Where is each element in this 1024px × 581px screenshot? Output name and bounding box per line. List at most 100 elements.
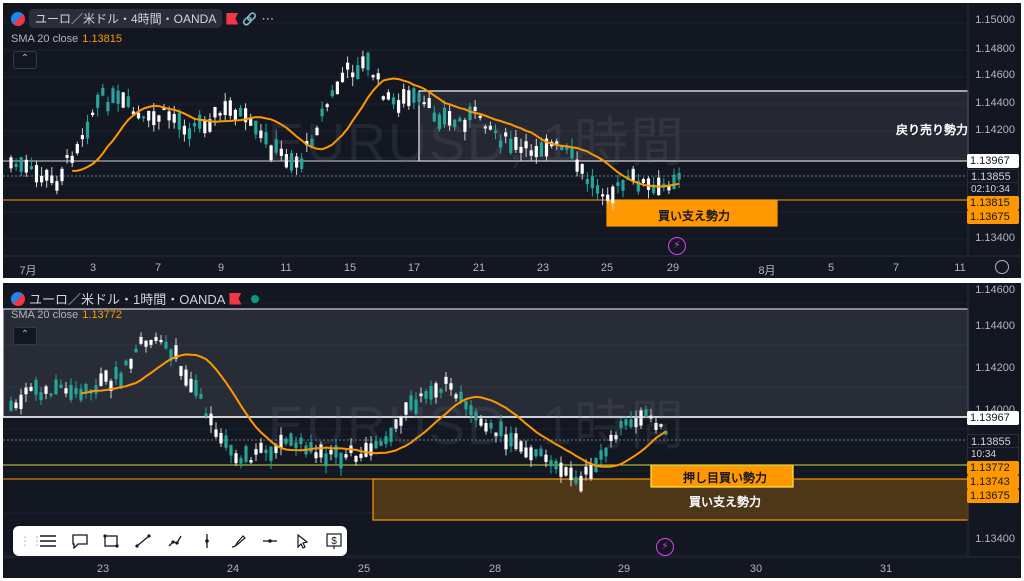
time-tick: 11 — [954, 262, 966, 274]
candle-body — [172, 113, 176, 123]
candle-body — [361, 56, 365, 69]
svg-text:$: $ — [331, 536, 337, 547]
candle-body — [239, 458, 243, 464]
time-tick: 30 — [749, 563, 763, 575]
symbol-title[interactable]: ユーロ／米ドル・4時間・OANDA — [29, 9, 223, 28]
price-tick: 1.14600 — [975, 284, 1015, 296]
candle-body — [549, 460, 553, 467]
path-icon[interactable] — [162, 529, 188, 553]
price-tick: 1.14800 — [975, 43, 1015, 55]
candle-body — [189, 378, 193, 393]
candle-body — [85, 121, 90, 139]
candle-body — [40, 175, 44, 183]
currency-pair-icon — [11, 11, 25, 26]
candle-body — [157, 115, 161, 122]
more-options-icon[interactable]: ⋯ — [261, 11, 274, 27]
candle-body — [229, 444, 233, 456]
time-tick: 29 — [666, 262, 680, 274]
rectangle-icon[interactable] — [99, 529, 125, 553]
candle-body — [80, 135, 84, 140]
candle-body — [219, 432, 223, 444]
candle-body — [574, 476, 578, 484]
candle-body — [55, 181, 59, 191]
candle-body — [259, 442, 263, 453]
symbol-legend: ユーロ／米ドル・4時間・OANDA 🔗 ⋯ — [11, 9, 274, 28]
candle-body — [167, 111, 171, 121]
support-zone-label[interactable]: 買い支え勢力 — [658, 207, 730, 224]
indicator-label: SMA 20 close — [11, 33, 79, 45]
link-icon[interactable]: 🔗 — [242, 12, 257, 26]
time-tick: 11 — [280, 262, 292, 274]
symbol-title[interactable]: ユーロ／米ドル・1時間・OANDA — [29, 289, 225, 308]
candle-body — [187, 128, 192, 140]
vertical-line-icon[interactable] — [194, 529, 220, 553]
flag-icon[interactable] — [226, 12, 239, 25]
candle-body — [9, 400, 13, 411]
support-price-tag: 1.13675 — [967, 210, 1019, 224]
candle-body — [585, 178, 589, 185]
time-tick: 7 — [154, 262, 162, 274]
symbol-watermark: EURUSD, 1時間 — [268, 113, 687, 173]
candle-body — [177, 113, 181, 130]
candle-body — [234, 453, 238, 464]
candle-body — [69, 384, 73, 400]
candle-body — [79, 388, 83, 401]
candle-body — [149, 339, 153, 345]
candle-body — [44, 386, 48, 394]
candle-body — [116, 90, 120, 104]
support-zone-label[interactable]: 買い支え勢力 — [689, 493, 761, 510]
candle-body — [589, 465, 593, 479]
candle-body — [606, 194, 610, 201]
price-tick: 1.13400 — [975, 232, 1015, 244]
candle-body — [104, 370, 108, 382]
trendline-icon[interactable] — [130, 529, 156, 553]
candle-body — [154, 336, 158, 342]
candle-body — [19, 157, 23, 172]
brush-icon[interactable] — [226, 529, 252, 553]
indicator-legend[interactable]: SMA 20 close 1.13815 — [11, 33, 122, 45]
resistance-price-tag: 1.13967 — [967, 411, 1019, 425]
candle-body — [152, 111, 156, 126]
candle-body — [9, 157, 13, 169]
candle-body — [346, 62, 350, 70]
candle-body — [244, 446, 248, 462]
candle-body — [209, 413, 213, 426]
sma-price-tag: 1.13772 — [967, 461, 1019, 475]
collapse-legend-button[interactable]: ⌃ — [13, 327, 37, 345]
candle-body — [126, 96, 130, 107]
candle-body — [254, 449, 258, 455]
candle-body — [218, 113, 222, 116]
settings-icon[interactable] — [995, 260, 1009, 274]
resistance-price-tag: 1.13967 — [967, 154, 1019, 168]
horizontal-ray-icon[interactable] — [258, 529, 284, 553]
flag-icon[interactable] — [229, 292, 242, 305]
drawing-toolbar[interactable]: ⋮⋮ $ — [13, 526, 347, 556]
horizontal-lines-icon[interactable] — [35, 529, 61, 553]
time-tick: 9 — [217, 262, 225, 274]
time-tick: 3 — [89, 262, 97, 274]
candle-body — [147, 110, 151, 121]
candle-body — [184, 369, 188, 386]
price-label-icon[interactable]: $ — [321, 529, 347, 553]
resistance-zone-label[interactable]: 戻り売り勢力 — [896, 121, 968, 138]
candle-body — [54, 379, 58, 395]
candle-body — [159, 339, 163, 343]
dip-buy-zone-label[interactable]: 押し目買い勢力 — [683, 469, 767, 486]
callout-icon[interactable] — [67, 529, 93, 553]
cursor-icon[interactable] — [289, 529, 315, 553]
candle-body — [340, 72, 345, 83]
collapse-legend-button[interactable]: ⌃ — [13, 51, 37, 69]
candle-body — [50, 175, 54, 184]
indicator-legend[interactable]: SMA 20 close 1.13772 — [11, 309, 122, 321]
time-tick: 5 — [827, 262, 835, 274]
events-icon[interactable]: ⚡ — [668, 237, 686, 255]
price-tick: 1.15000 — [975, 14, 1015, 26]
candle-body — [641, 179, 645, 184]
events-icon[interactable]: ⚡ — [656, 538, 674, 556]
drag-handle-icon[interactable]: ⋮⋮ — [19, 534, 43, 548]
time-tick: 25 — [357, 563, 371, 575]
time-tick: 24 — [226, 563, 240, 575]
chart-panel-4h[interactable]: EURUSD, 1時間 ユーロ／米ドル・4時間・OANDA 🔗 ⋯ SMA 20… — [3, 3, 1021, 278]
price-tick: 1.14200 — [975, 124, 1015, 136]
candle-body — [254, 120, 258, 135]
